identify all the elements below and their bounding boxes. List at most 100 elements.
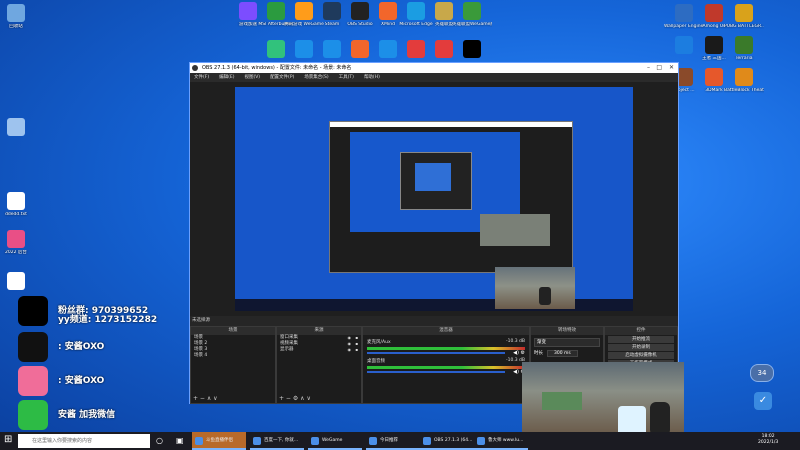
taskbar-search-input[interactable]: 在这里输入你要搜索的内容 (18, 434, 150, 448)
desktop-icon-label: Terraria (735, 56, 753, 61)
desktop-icon-label: BattleBlock Theater (724, 88, 764, 93)
obs-window[interactable]: OBS 27.1.3 (64-bit, windows) - 配置文件: 未命名… (189, 62, 679, 404)
volume-slider[interactable] (367, 352, 505, 354)
taskbar-app[interactable]: WeGame (308, 432, 362, 450)
taskbar-app-label: 鲁大师 www.lu... (488, 438, 524, 443)
maximize-icon[interactable]: □ (656, 63, 662, 73)
mixer-dock: 混音器 麦克风/Aux -10.3 dB ◀) ⚙ 桌面音频 -10.3 dB ◀) ⚙ (362, 326, 530, 404)
control-button[interactable]: 开始录制 (608, 344, 674, 351)
source-item-label: 窗口采集 (280, 335, 298, 340)
social-row: 安酱 加我微信 (18, 400, 115, 430)
taskbar-widget-icon[interactable]: ▣ (176, 436, 184, 445)
obs-menu-item[interactable]: 场景集合(S) (304, 73, 328, 82)
task-view-icon[interactable]: ○ (156, 436, 163, 445)
controls-dock-title: 控件 (605, 327, 677, 335)
terraria-icon (735, 36, 753, 54)
computer-icon (7, 118, 25, 136)
obs-icon (423, 437, 431, 445)
source-add-button[interactable]: + − ⚙ ∧ ∨ (279, 395, 311, 402)
mixer-channel: 桌面音频 -10.3 dB ◀) ⚙ (363, 358, 529, 375)
obs-status-line: 未选择源 (192, 318, 210, 323)
desktop-icon[interactable]: PUBG BATTLEGR... (724, 4, 764, 29)
nested-title-bar (330, 122, 572, 127)
desktop-icon[interactable] (0, 272, 36, 292)
desktop-icon[interactable]: 回收站 (0, 4, 36, 29)
bilibili-icon (18, 366, 48, 396)
social-row: : 安酱OXO (18, 332, 104, 362)
visibility-icon[interactable]: ◉ (348, 347, 352, 353)
among-us-icon (705, 4, 723, 22)
3dmark-icon (705, 68, 723, 86)
game-icon (239, 2, 257, 20)
volume-slider[interactable] (367, 371, 505, 373)
audio-meter (367, 366, 525, 369)
scene-add-button[interactable]: + − ∧ ∨ (193, 395, 218, 402)
scenes-dock: 场景 场景 场景 2 场景 3 场景 4 + − ∧ ∨ (190, 326, 276, 404)
xmind-icon (379, 2, 397, 20)
desktop-icon[interactable]: BattleBlock Theater (724, 68, 764, 93)
nested-preview-deep (415, 163, 451, 191)
social-row: : 安酱OXO (18, 366, 104, 396)
netease-music-icon (435, 40, 453, 58)
desktop-icon[interactable]: 2022 后台 (0, 230, 36, 255)
webcam-can (650, 402, 670, 434)
taskbar-app[interactable]: 斗鱼直播伴侣 (192, 432, 246, 450)
mute-icon[interactable]: ◀) ⚙ (513, 350, 525, 356)
taskbar-clock[interactable]: 18:02 2022/1/3 (758, 434, 778, 446)
source-item-label: 视频采集 (280, 341, 298, 346)
taskbar-app[interactable]: 今日推荐 (366, 432, 420, 450)
desktop-icon[interactable]: 英雄联盟WeGame版 (452, 2, 492, 27)
transition-select[interactable]: 渐变 (534, 338, 600, 347)
sources-dock: 来源 窗口采集 ◉ ▪ 视频采集 ◉ ▪ 显示器 ◉ ▪ + − ⚙ ∧ ∨ (276, 326, 362, 404)
taskbar-app[interactable]: 鲁大师 www.lu... (474, 432, 528, 450)
wallpaper-engine-icon (675, 4, 693, 22)
wegame-icon (311, 437, 319, 445)
scene-item[interactable]: 场景 4 (191, 353, 275, 359)
webcam-box (542, 392, 582, 410)
obs-menu-item[interactable]: 配置文件(P) (270, 73, 294, 82)
xmind-icon (351, 40, 369, 58)
obs-menu-item[interactable]: 工具(T) (339, 73, 354, 82)
pubg-icon (735, 4, 753, 22)
desktop-icon-label: ddedd.txt (5, 212, 27, 217)
obs-menu-item[interactable]: 编辑(E) (219, 73, 234, 82)
mixer-dock-title: 混音器 (363, 327, 529, 335)
sources-dock-title: 来源 (277, 327, 361, 335)
lol-icon (435, 2, 453, 20)
webcam-cup (618, 406, 646, 434)
app-icon (7, 230, 25, 248)
news-icon (369, 437, 377, 445)
nested-webcam (480, 214, 550, 246)
desktop-icon[interactable] (452, 40, 492, 60)
taskbar-app[interactable]: OBS 27.1.3 (64... (420, 432, 474, 450)
obs-menu-item[interactable]: 文件(F) (194, 73, 209, 82)
app-icon (675, 36, 693, 54)
msi-icon (267, 2, 285, 20)
lock-icon[interactable]: ▪ (355, 347, 358, 353)
social-text: 安酱 加我微信 (58, 410, 116, 420)
edge-icon (253, 437, 261, 445)
lol-wegame-icon (463, 2, 481, 20)
obs-title-bar[interactable]: OBS 27.1.3 (64-bit, windows) - 配置文件: 未命名… (190, 63, 678, 73)
ie-icon (295, 40, 313, 58)
obs-icon (351, 2, 369, 20)
webcam-overlay (522, 362, 684, 434)
close-icon[interactable]: ✕ (669, 63, 674, 73)
desktop-icon-label: 2022 后台 (5, 250, 27, 255)
taskbar-app[interactable]: 百度一下, 你就... (250, 432, 304, 450)
minimize-icon[interactable]: – (647, 63, 650, 73)
mixer-channel-name: 麦克风/Aux (367, 340, 391, 345)
windows-start-icon[interactable]: ⊞ (4, 435, 14, 445)
source-item[interactable]: 显示器 ◉ ▪ (277, 347, 361, 353)
transition-duration-input[interactable]: 300 ms (547, 350, 578, 357)
desktop-icon[interactable]: ddedd.txt (0, 192, 36, 217)
control-button[interactable]: 开始推流 (608, 336, 674, 343)
desktop-icon[interactable] (0, 118, 36, 138)
right-app-icon[interactable]: ✓ (754, 392, 772, 410)
obs-menu-item[interactable]: 视图(V) (244, 73, 260, 82)
transitions-dock-title: 转场特效 (531, 327, 603, 335)
control-button[interactable]: 启动虚拟摄像机 (608, 352, 674, 359)
desktop-icon[interactable]: Terraria (724, 36, 764, 61)
obs-menu-item[interactable]: 帮助(H) (364, 73, 380, 82)
social-text: yy频道: 1273152282 (58, 315, 158, 325)
